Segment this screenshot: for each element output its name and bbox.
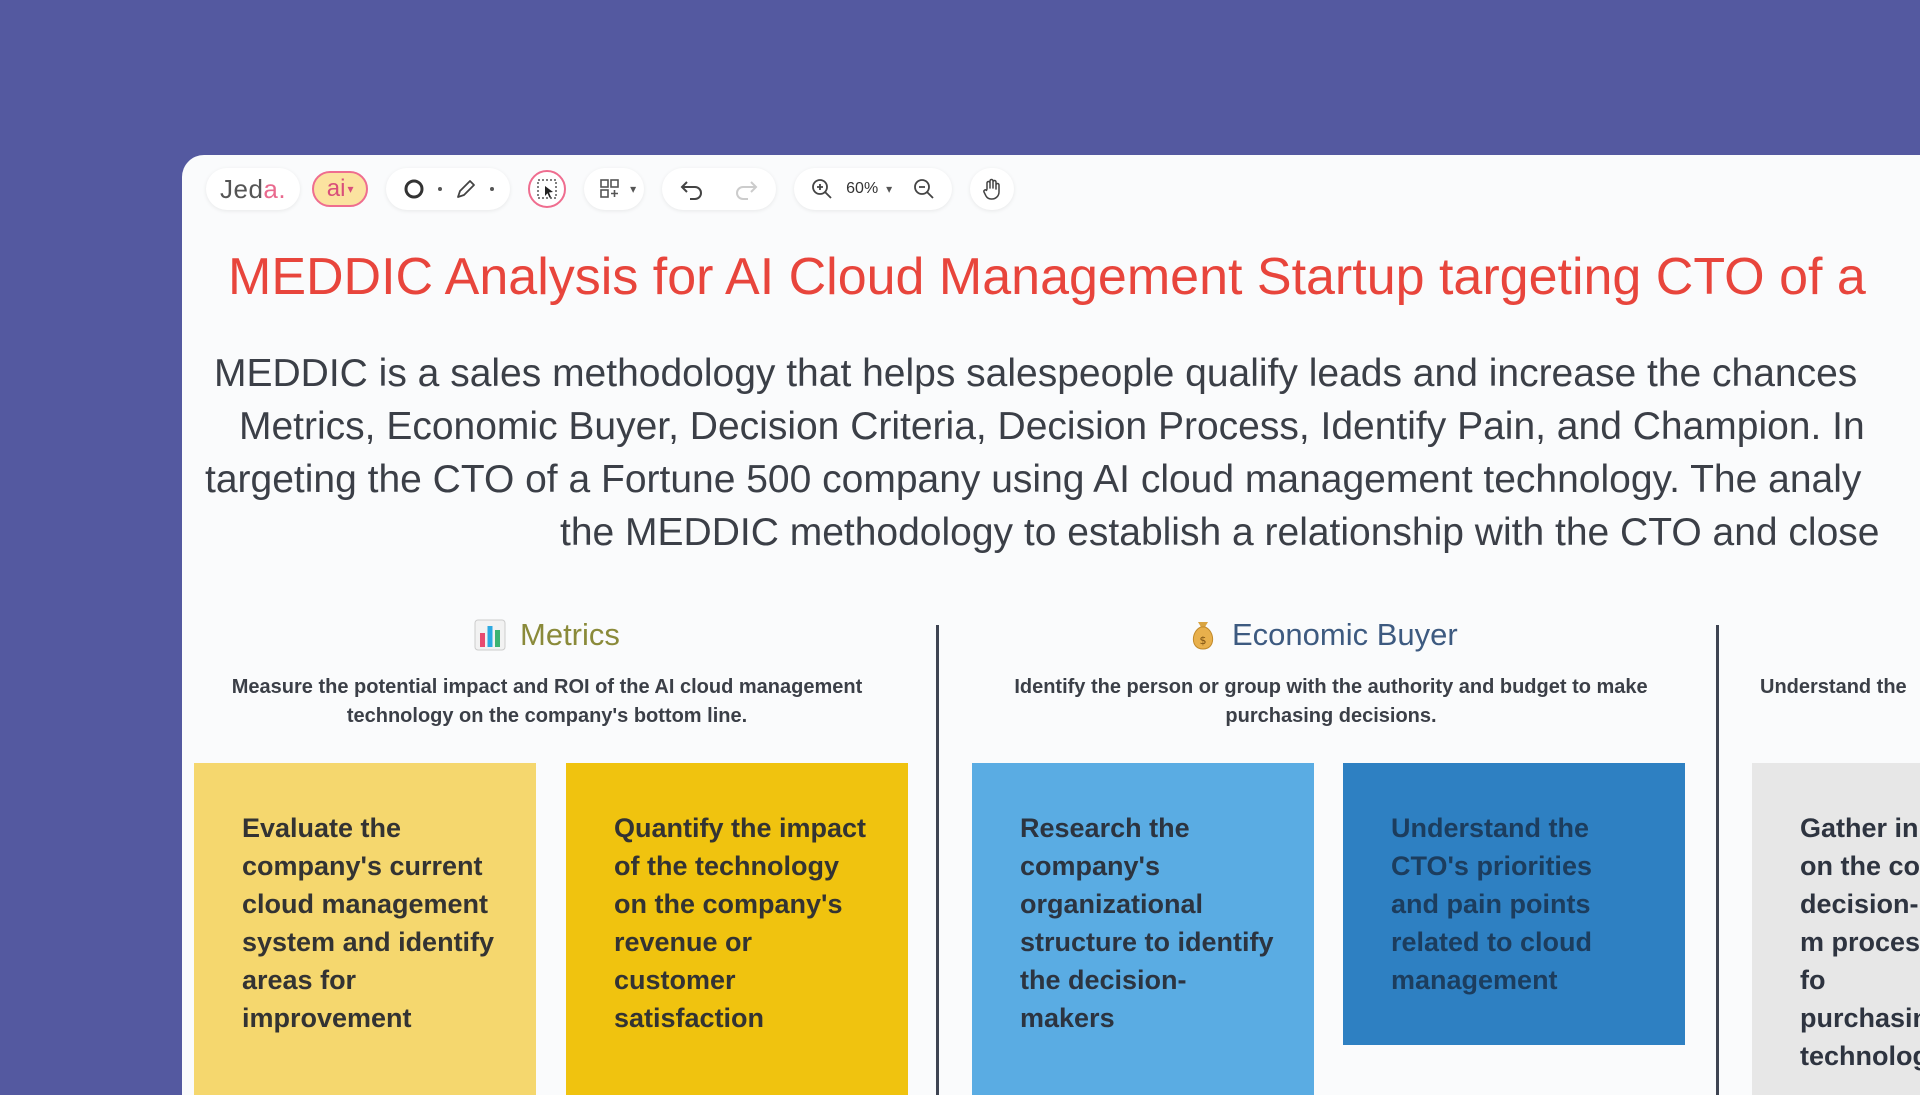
grid-layout-icon: [592, 171, 628, 207]
page-title: MEDDIC Analysis for AI Cloud Management …: [228, 248, 1866, 306]
economic-buyer-section-title: $ Economic Buyer: [1188, 617, 1458, 653]
zoom-in-icon[interactable]: [804, 171, 840, 207]
toolbar: Jeda. ai ▾ ▾ 60% ▾: [206, 163, 1032, 215]
layout-group[interactable]: ▾: [584, 168, 645, 210]
history-group: [662, 168, 777, 210]
metrics-section-title: Metrics: [474, 617, 620, 653]
sticky-note[interactable]: Research the company's organizational st…: [972, 763, 1314, 1095]
sticky-note[interactable]: Gather in on the co decision-m process f…: [1752, 763, 1920, 1095]
app-logo: Jeda.: [220, 173, 287, 204]
cursor-select-icon: [537, 179, 557, 199]
economic-buyer-title-text: Economic Buyer: [1232, 617, 1458, 652]
metrics-title-text: Metrics: [520, 617, 620, 652]
circle-icon: [404, 179, 424, 199]
select-tool-button[interactable]: [528, 170, 567, 208]
chevron-down-icon: ▾: [630, 182, 637, 196]
hand-icon[interactable]: [974, 171, 1010, 207]
money-bag-icon: $: [1188, 619, 1218, 651]
zoom-group: 60% ▾: [794, 168, 953, 210]
zoom-level[interactable]: 60%: [846, 180, 878, 198]
intro-line: Metrics, Economic Buyer, Decision Criter…: [239, 405, 1865, 448]
sticky-note[interactable]: Understand the CTO's priorities and pain…: [1343, 763, 1685, 1045]
draw-tools-group: [386, 168, 511, 210]
shape-tool-button[interactable]: [396, 171, 432, 207]
metrics-description: Measure the potential impact and ROI of …: [231, 676, 863, 727]
pencil-icon: [457, 180, 476, 198]
canvas-window: Jeda. ai ▾ ▾ 60% ▾ MEDDIC Analysis for A…: [182, 155, 1920, 1095]
intro-line: MEDDIC is a sales methodology that helps…: [214, 352, 1858, 395]
economic-buyer-description: Identify the person or group with the au…: [1014, 676, 1648, 727]
section-divider: [1716, 625, 1719, 1095]
redo-icon[interactable]: [728, 171, 764, 207]
chevron-down-icon[interactable]: ▾: [886, 182, 892, 196]
chevron-down-icon: ▾: [347, 182, 354, 196]
logo-group[interactable]: Jeda.: [206, 168, 301, 210]
intro-line: the MEDDIC methodology to establish a re…: [560, 511, 1880, 554]
dot-separator: [490, 187, 495, 191]
sticky-note[interactable]: Quantify the impact of the technology on…: [566, 763, 908, 1095]
pen-tool-button[interactable]: [448, 171, 484, 207]
hand-group: [970, 168, 1015, 210]
ai-button[interactable]: ai ▾: [312, 171, 369, 207]
section-divider: [936, 625, 939, 1095]
undo-icon[interactable]: [674, 171, 710, 207]
ai-label: ai: [326, 175, 346, 202]
intro-line: targeting the CTO of a Fortune 500 compa…: [205, 458, 1862, 501]
bar-chart-icon: [474, 619, 506, 651]
decision-criteria-description: Understand the: [1760, 676, 1907, 698]
zoom-out-icon[interactable]: [906, 171, 942, 207]
dot-separator: [438, 187, 443, 191]
svg-text:$: $: [1200, 634, 1207, 647]
sticky-note[interactable]: Evaluate the company's current cloud man…: [194, 763, 536, 1095]
